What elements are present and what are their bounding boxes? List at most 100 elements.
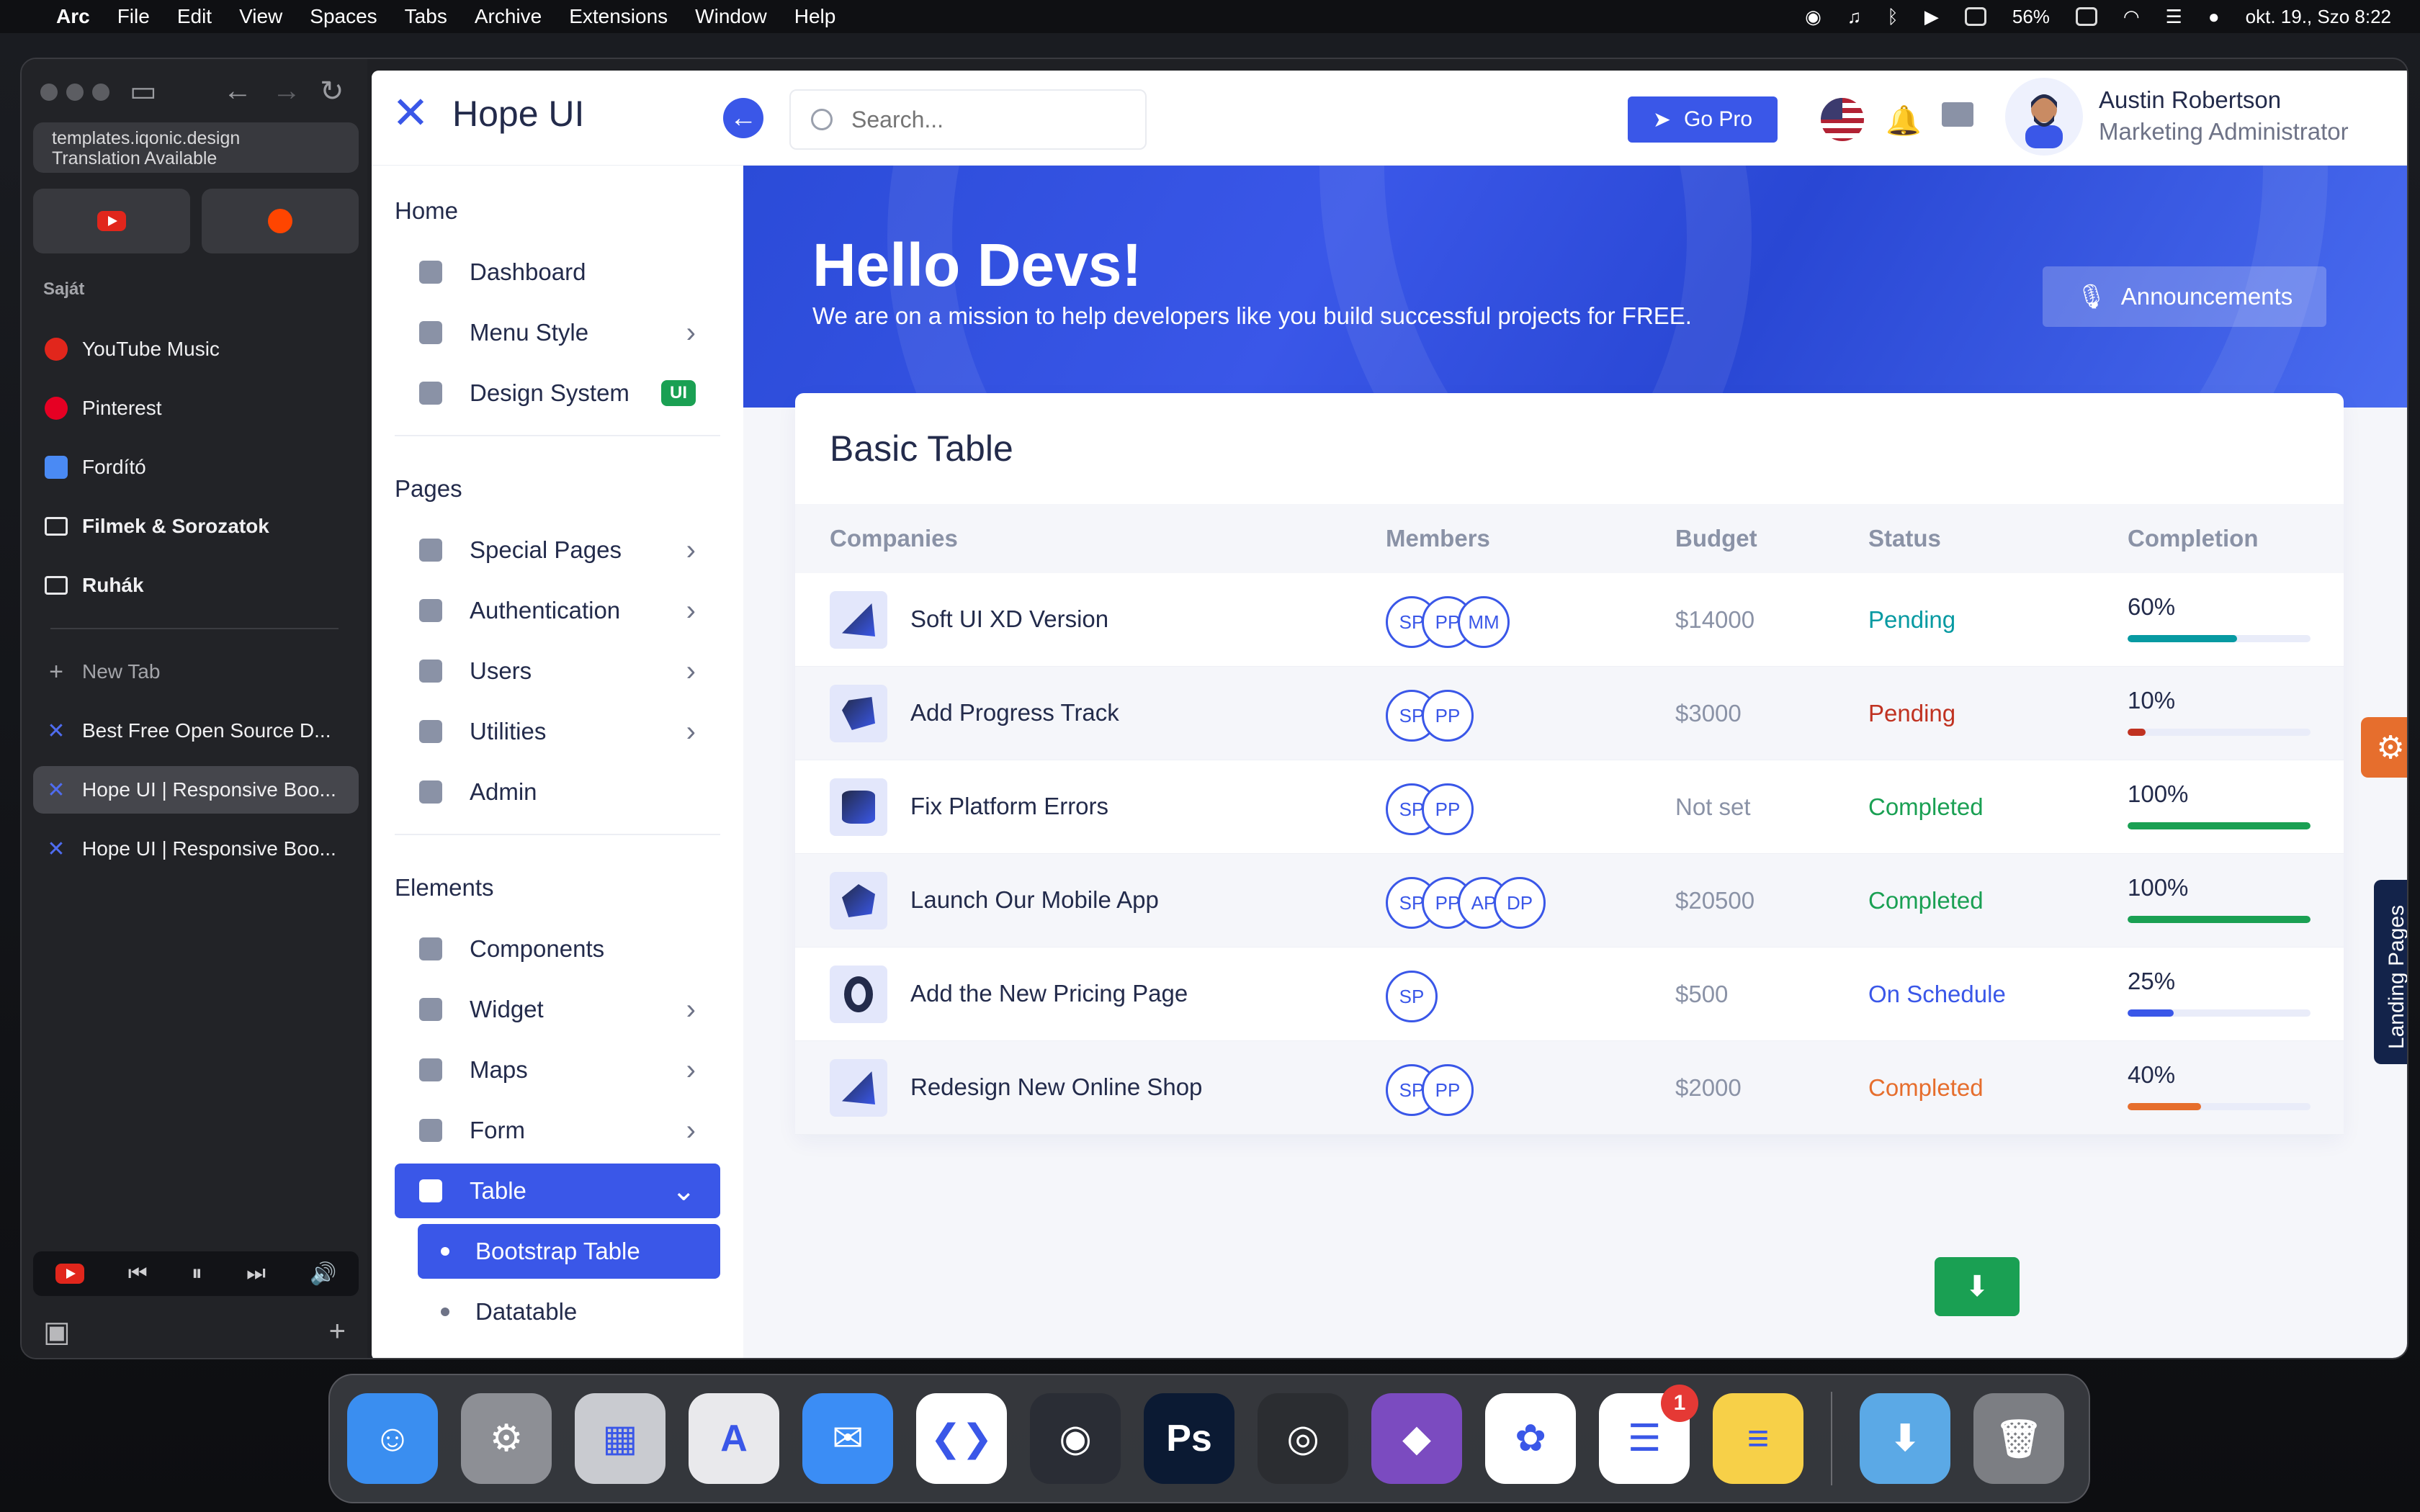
davinci-resolve-icon[interactable]: ◉ [1030,1393,1121,1484]
archive-icon[interactable]: ▣ [43,1315,71,1349]
visual-studio-code-icon[interactable]: ❮❯ [916,1393,1007,1484]
nav-item-admin[interactable]: Admin [395,765,720,819]
close-window-button[interactable] [40,84,58,101]
nav-item-utilities[interactable]: Utilities › [395,704,720,759]
folder-filmek[interactable]: Filmek & Sorozatok [33,503,359,550]
us-flag-icon[interactable] [1821,98,1864,141]
brand-logo[interactable]: ✕ Hope UI [392,91,584,136]
reload-icon[interactable]: ↻ [320,75,344,108]
landing-pages-tab[interactable]: Landing Pages [2374,880,2407,1064]
menubar-item-help[interactable]: Help [794,5,836,28]
tab-hope-ui[interactable]: ✕ Hope UI | Responsive Boo... [33,825,359,873]
affinity-designer-icon[interactable]: A [689,1393,779,1484]
new-tab-button[interactable]: + New Tab [33,648,359,696]
nav-item-authentication[interactable]: Authentication › [395,583,720,638]
minimize-window-button[interactable] [66,84,84,101]
nav-item-components[interactable]: Components [395,922,720,976]
mail-icon[interactable]: ✉ [802,1393,893,1484]
announcements-button[interactable]: 🎙 Announcements [2043,266,2326,327]
volume-icon[interactable]: 🔊 [310,1261,336,1287]
next-track-icon[interactable]: ⏭ [246,1261,266,1286]
member-avatar[interactable]: SP [1386,971,1438,1022]
menubar-item-window[interactable]: Window [695,5,767,28]
siri-icon[interactable]: ● [2208,6,2220,28]
airdrop-icon[interactable]: ◉ [1805,6,1821,28]
basic-table-card: Basic Table Companies Members Budget Sta… [795,393,2344,1135]
nav-subitem-datatable[interactable]: Datatable [418,1284,720,1339]
menubar-item-archive[interactable]: Archive [475,5,542,28]
avatar[interactable] [2020,86,2069,148]
pinned-tab-youtube-music[interactable]: YouTube Music [33,325,359,373]
bell-icon[interactable]: 🔔 [1886,104,1922,138]
tab-hope-ui-active[interactable]: ✕ Hope UI | Responsive Boo... [33,766,359,814]
menubar-clock[interactable]: okt. 19., Szo 8:22 [2246,6,2391,28]
url-bar[interactable]: templates.iqonic.design Translation Avai… [33,122,359,173]
nav-item-table[interactable]: Table ⌄ [395,1164,720,1218]
github-desktop-icon[interactable]: ◆ [1371,1393,1462,1484]
member-avatar[interactable]: PP [1422,690,1474,742]
youtube-icon[interactable] [55,1264,84,1284]
launchpad-icon[interactable]: ▦ [575,1393,666,1484]
pinned-tab-translate[interactable]: Fordító [33,444,359,491]
finder-icon[interactable]: ☺ [347,1393,438,1484]
menubar-item-edit[interactable]: Edit [177,5,212,28]
folder-ruhak[interactable]: Ruhák [33,562,359,609]
control-center-icon[interactable]: ☰ [2166,6,2182,28]
nav-item-dashboard[interactable]: Dashboard [395,245,720,300]
menubar-item-tabs[interactable]: Tabs [405,5,447,28]
nav-item-widget[interactable]: Widget › [395,982,720,1037]
add-space-icon[interactable]: + [329,1315,346,1349]
pause-icon[interactable]: ⏸ [192,1261,202,1286]
reminders-icon[interactable]: ☰ 1 [1599,1385,1698,1484]
mail-icon[interactable] [1942,102,1973,127]
now-playing-icon[interactable]: ▶ [1924,6,1939,28]
nav-item-menu-style[interactable]: Menu Style › [395,305,720,360]
nav-item-special-pages[interactable]: Special Pages › [395,523,720,577]
nav-item-users[interactable]: Users › [395,644,720,698]
go-pro-button[interactable]: ➤ Go Pro [1628,96,1778,143]
trash-icon[interactable]: 🗑 [1973,1393,2064,1484]
photos-icon[interactable]: ✿ [1485,1393,1576,1484]
chevron-right-icon: › [686,715,696,747]
cube-shape-icon [842,697,875,730]
menubar-item-view[interactable]: View [239,5,282,28]
forward-arrow-icon[interactable]: → [272,75,301,107]
favorite-youtube[interactable] [33,189,190,253]
previous-track-icon[interactable]: ⏮ [128,1261,148,1286]
sidebar-collapse-button[interactable]: ← [723,98,763,138]
menubar-item-spaces[interactable]: Spaces [310,5,377,28]
member-avatar[interactable]: PP [1422,783,1474,835]
favorite-reddit[interactable] [202,189,359,253]
battery-icon[interactable] [2075,7,2097,26]
menubar-item-extensions[interactable]: Extensions [569,5,668,28]
downloads-icon[interactable]: ⬇ [1860,1393,1950,1484]
back-arrow-icon[interactable]: ← [223,75,252,107]
arc-sidebar: ▭ ← → ↻ templates.iqonic.design Translat… [22,59,367,1358]
member-avatar[interactable]: DP [1494,877,1546,929]
settings-gear-button[interactable]: ⚙ [2361,717,2407,778]
member-avatar[interactable]: PP [1422,1064,1474,1116]
tab-best-free[interactable]: ✕ Best Free Open Source D... [33,707,359,755]
pinned-tab-pinterest[interactable]: Pinterest [33,384,359,432]
notes-icon[interactable]: ≡ [1713,1393,1803,1484]
search-input[interactable] [851,106,1125,133]
blender-icon[interactable]: ◎ [1258,1393,1348,1484]
zoom-window-button[interactable] [92,84,109,101]
nav-item-form[interactable]: Form › [395,1103,720,1158]
menu-style-icon [419,321,442,344]
member-avatar[interactable]: MM [1458,596,1510,648]
wifi-icon[interactable]: ◠ [2123,6,2140,28]
nav-item-design-system[interactable]: Design System UI [395,366,720,420]
toggle-sidebar-icon[interactable]: ▭ [130,75,157,108]
menubar-app-name[interactable]: Arc [56,5,90,28]
nav-subitem-bootstrap-table[interactable]: Bootstrap Table [418,1224,720,1279]
battery-percent[interactable]: 56% [2012,6,2050,28]
nav-item-maps[interactable]: Maps › [395,1043,720,1097]
airpods-icon[interactable]: ♫ [1847,6,1862,28]
system-settings-icon[interactable]: ⚙ [461,1393,552,1484]
download-button[interactable]: ⬇ [1935,1257,2020,1316]
keyboard-icon[interactable] [1964,7,1986,26]
menubar-item-file[interactable]: File [117,5,150,28]
photoshop-icon[interactable]: Ps [1144,1393,1234,1484]
bluetooth-icon[interactable]: ᛒ [1887,6,1899,28]
